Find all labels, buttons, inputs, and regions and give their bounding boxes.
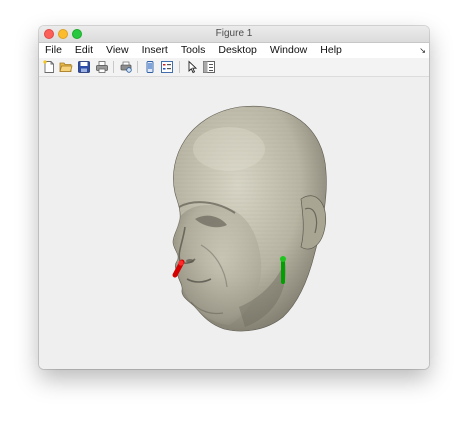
save-icon[interactable]: [77, 60, 91, 74]
menu-tools[interactable]: Tools: [181, 43, 206, 58]
head-surface-plot[interactable]: [39, 77, 429, 369]
menu-help[interactable]: Help: [320, 43, 342, 58]
figure-canvas[interactable]: [39, 77, 429, 369]
open-file-icon[interactable]: [59, 60, 73, 74]
menu-view[interactable]: View: [106, 43, 129, 58]
menu-file[interactable]: File: [45, 43, 62, 58]
property-editor-icon[interactable]: [202, 60, 216, 74]
figure-toolbar: [39, 58, 429, 77]
ear: [300, 195, 327, 250]
toolbar-separator: [137, 61, 138, 73]
window-title: Figure 1: [215, 28, 253, 39]
forehead-highlight: [193, 127, 265, 171]
toolbar-separator: [179, 61, 180, 73]
title-bar[interactable]: Figure 1: [39, 26, 429, 43]
menu-insert[interactable]: Insert: [142, 43, 168, 58]
figure-window: Figure 1 File Edit View Insert Tools Des…: [39, 26, 429, 369]
print-icon[interactable]: [95, 60, 109, 74]
insert-legend-icon[interactable]: [160, 60, 174, 74]
print-preview-icon[interactable]: [119, 60, 133, 74]
toolbar-separator: [113, 61, 114, 73]
undock-arrow-icon[interactable]: ↘: [419, 46, 426, 55]
menu-desktop[interactable]: Desktop: [218, 43, 257, 58]
link-plot-icon[interactable]: [143, 60, 157, 74]
new-figure-icon[interactable]: [42, 60, 56, 74]
pointer-icon[interactable]: [185, 60, 199, 74]
menu-edit[interactable]: Edit: [75, 43, 93, 58]
menu-window[interactable]: Window: [270, 43, 307, 58]
nostril: [186, 259, 194, 263]
menu-bar: File Edit View Insert Tools Desktop Wind…: [39, 43, 429, 58]
